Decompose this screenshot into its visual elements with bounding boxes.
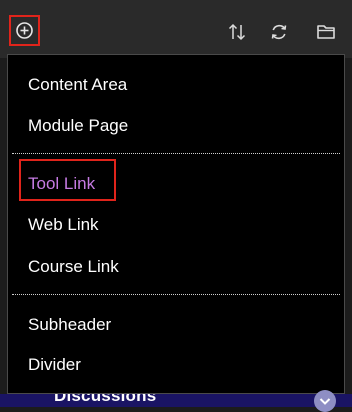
menu-item-subheader[interactable]: Subheader bbox=[28, 310, 111, 340]
chevron-down-icon[interactable] bbox=[314, 390, 336, 412]
menu-separator bbox=[12, 153, 340, 154]
menu-item-content-area[interactable]: Content Area bbox=[28, 70, 127, 100]
menu-item-tool-link[interactable]: Tool Link bbox=[28, 169, 95, 199]
course-nav-strip bbox=[0, 394, 352, 407]
refresh-icon[interactable] bbox=[268, 21, 290, 43]
menu-item-module-page[interactable]: Module Page bbox=[28, 111, 128, 141]
menu-toolbar bbox=[0, 0, 352, 58]
add-menu-item-button[interactable] bbox=[9, 15, 40, 46]
folder-icon[interactable] bbox=[315, 21, 337, 43]
menu-item-divider[interactable]: Divider bbox=[28, 350, 81, 380]
menu-item-web-link[interactable]: Web Link bbox=[28, 210, 99, 240]
add-menu-dropdown: Content Area Module Page Tool Link Web L… bbox=[7, 54, 345, 394]
menu-separator bbox=[12, 294, 340, 295]
add-circle-icon bbox=[15, 21, 34, 40]
sort-arrows-icon[interactable] bbox=[226, 21, 248, 43]
menu-item-course-link[interactable]: Course Link bbox=[28, 252, 119, 282]
